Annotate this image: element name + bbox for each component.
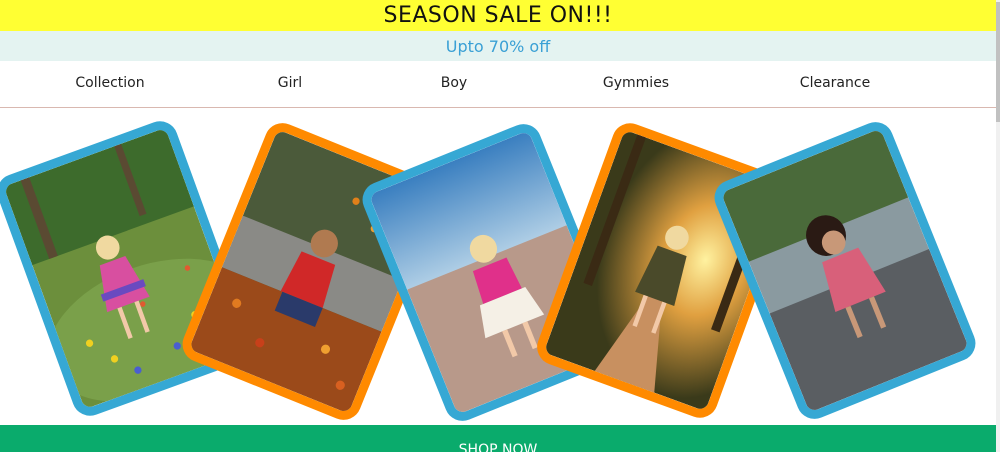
shop-now-bar: SHOP NOW [0,425,996,452]
nav-item-boy[interactable]: Boy [441,75,467,91]
offer-banner: Upto 70% off [0,31,996,61]
nav-item-girl[interactable]: Girl [278,75,302,91]
scrollbar-thumb[interactable] [996,2,1000,122]
gallery-photo-jumping-street[interactable] [709,116,981,425]
nav-item-clearance[interactable]: Clearance [800,75,870,91]
scrollbar[interactable] [996,0,1000,452]
jumping-street-image [720,128,970,413]
main-nav: Collection Girl Boy Gymmies Clearance [0,61,996,108]
nav-item-collection[interactable]: Collection [75,75,144,91]
nav-item-gymmies[interactable]: Gymmies [603,75,669,91]
sale-banner-text: SEASON SALE ON!!! [383,3,613,28]
sale-banner: SEASON SALE ON!!! [0,0,996,31]
shop-now-button[interactable]: SHOP NOW [459,442,538,452]
photo-gallery [0,109,996,427]
offer-banner-text: Upto 70% off [445,36,551,56]
